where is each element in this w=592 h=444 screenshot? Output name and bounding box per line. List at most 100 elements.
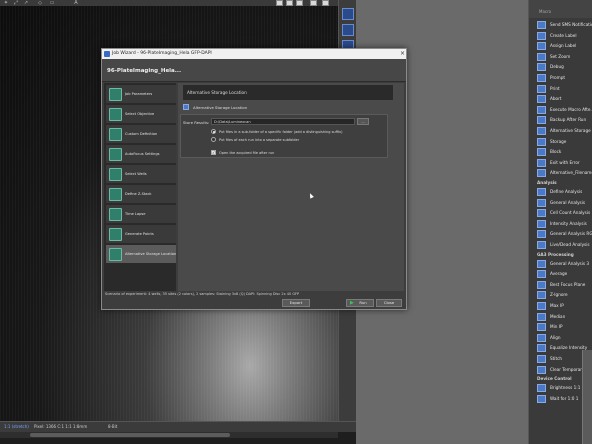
timelapse-icon <box>109 208 122 221</box>
macro-icon <box>537 302 546 310</box>
macro-item[interactable]: Block <box>537 147 592 157</box>
zoom-readout[interactable]: 1:1 (stretch) <box>4 424 29 429</box>
macro-item-label: Z-Ignore <box>550 292 568 298</box>
tool-icon[interactable]: ◇ <box>36 0 44 6</box>
dialog-titlebar: Job Wizard - 96-PlateImaging_Hela GFP-DA… <box>102 49 406 59</box>
macro-item[interactable]: Assign Label <box>537 41 592 51</box>
macro-icon <box>537 116 546 125</box>
storage-icon <box>109 248 122 261</box>
macro-item[interactable]: Live/Dead Analysis <box>537 240 592 250</box>
wizard-step[interactable]: Select Wells <box>106 165 176 184</box>
macro-icon <box>537 365 546 374</box>
macro-item[interactable]: Backup After Run <box>537 115 592 125</box>
macro-item[interactable]: Define Analysis <box>537 187 592 197</box>
macro-item[interactable]: Cell Count Analysis <box>537 208 592 218</box>
store-path-input[interactable]: D:\Data\Luminexcan <box>211 118 355 125</box>
close-button[interactable]: Close <box>376 299 402 307</box>
macro-item[interactable]: Intensity Analysis <box>537 219 592 229</box>
radio-button[interactable] <box>211 129 216 134</box>
macro-item[interactable]: Storage <box>537 137 592 147</box>
macro-item[interactable]: Min IP <box>537 322 592 332</box>
macro-item-label: Send SMS Notification <box>550 22 592 27</box>
macro-item[interactable]: Send SMS Notification <box>537 20 592 30</box>
macro-item[interactable]: Best Focus Plane <box>537 280 592 290</box>
macro-item[interactable]: Execute Macro Afte... <box>537 105 592 115</box>
macro-item-label: Live/Dead Analysis <box>550 242 590 247</box>
macro-item-label: Intensity Analysis <box>550 220 587 226</box>
macro-icon <box>537 188 546 196</box>
macro-item[interactable]: Alternative Storage <box>537 126 592 136</box>
wizard-step-label: Job Parameters <box>125 92 153 96</box>
tool-icon[interactable]: A <box>72 0 80 6</box>
macro-item[interactable]: General Analysis <box>537 198 592 208</box>
grid-icon[interactable] <box>342 24 354 36</box>
radio-separate-subfolder[interactable]: Put files of each run into a separate su… <box>211 137 381 143</box>
panel-section-header[interactable]: Analysis <box>537 180 592 187</box>
layout-icon[interactable] <box>342 8 354 20</box>
scroll-thumb[interactable] <box>30 433 230 437</box>
tool-icon[interactable]: ▭ <box>48 0 56 6</box>
wizard-steps: Job Parameters Select Objective Custom Def… <box>104 83 176 291</box>
macro-item[interactable]: General Analysis RGB <box>537 229 592 239</box>
wizard-step[interactable]: Alternative Storage Location <box>106 245 176 264</box>
view-icon[interactable] <box>310 0 317 6</box>
wizard-step-label: Select Wells <box>125 172 147 176</box>
macro-item[interactable]: Align <box>537 333 592 343</box>
wizard-step[interactable]: Define Z-Stack <box>106 185 176 204</box>
macro-item-label: Clear Temporary <box>550 366 585 372</box>
view-icon[interactable] <box>296 0 303 6</box>
tool-icon[interactable]: ↗ <box>22 0 30 6</box>
macro-item[interactable]: General Analysis 3 <box>537 259 592 269</box>
view-icon[interactable] <box>286 0 293 6</box>
tool-icon[interactable]: ⤢ <box>12 0 20 6</box>
radio-label: Put files of each run into a separate su… <box>219 137 300 142</box>
macro-item[interactable]: Set Zoom <box>537 52 592 62</box>
checkbox[interactable]: ✓ <box>211 150 216 155</box>
macro-icon <box>537 333 546 342</box>
wizard-step[interactable]: Job Parameters <box>106 85 176 104</box>
radio-button[interactable] <box>211 137 216 142</box>
app-icon <box>104 51 110 57</box>
macro-item[interactable]: Z-Ignore <box>537 290 592 300</box>
macro-item[interactable]: Abort <box>537 94 592 104</box>
macro-item[interactable]: Max IP <box>537 301 592 311</box>
open-after-run-checkbox[interactable]: ✓ Open the acquired file after run <box>211 150 361 156</box>
run-label: Run <box>359 300 367 305</box>
wells-icon <box>109 168 122 181</box>
macro-item[interactable]: Prompt <box>537 73 592 83</box>
summary-text: Scenario of experiment: 4 wells, 35 site… <box>105 292 300 296</box>
macro-item[interactable]: Print <box>537 84 592 94</box>
radio-subfolder-suffix[interactable]: Put files in a sub-folder of a specific … <box>211 129 381 135</box>
export-button[interactable]: Export <box>282 299 310 307</box>
macro-item[interactable]: Average <box>537 269 592 279</box>
tool-icon[interactable]: ✶ <box>2 0 10 6</box>
radio-label: Put files in a sub-folder of a specific … <box>219 129 343 134</box>
macro-item-label: Max IP <box>550 303 564 308</box>
run-button[interactable]: ▶ Run <box>346 299 374 307</box>
wizard-step[interactable]: Time Lapse <box>106 205 176 224</box>
browse-button[interactable]: ... <box>357 118 369 125</box>
close-icon[interactable]: × <box>399 50 406 58</box>
view-icon[interactable] <box>276 0 283 6</box>
wizard-step[interactable]: Generate Points <box>106 225 176 244</box>
macro-icon <box>537 148 546 157</box>
wizard-step[interactable]: Custom Definition <box>106 125 176 144</box>
horizontal-scrollbar[interactable] <box>0 432 338 438</box>
macro-item[interactable]: Exit with Error <box>537 158 592 168</box>
wizard-step[interactable]: Select Objective <box>106 105 176 124</box>
view-icon[interactable] <box>322 0 329 6</box>
panel-tab[interactable]: Macro <box>539 9 551 14</box>
panel-section-header[interactable]: GA3 Processing <box>537 252 592 259</box>
experiment-summary: Scenario of experiment: 4 wells, 35 site… <box>104 291 404 299</box>
macro-item[interactable]: Create Label <box>537 31 592 41</box>
macro-item[interactable]: Debug <box>537 62 592 72</box>
macro-item-label: Create Label <box>550 32 577 38</box>
macro-item-label: Exit with Error <box>550 159 580 165</box>
wizard-step-label: Custom Definition <box>125 132 158 136</box>
points-icon <box>109 228 122 241</box>
macro-item[interactable]: Alternative_Filename <box>537 168 592 178</box>
macro-item-label: General Analysis <box>550 199 586 205</box>
macro-item[interactable]: Median <box>537 312 592 322</box>
storage-icon <box>183 104 189 110</box>
wizard-step[interactable]: AutoFocus Settings <box>106 145 176 164</box>
